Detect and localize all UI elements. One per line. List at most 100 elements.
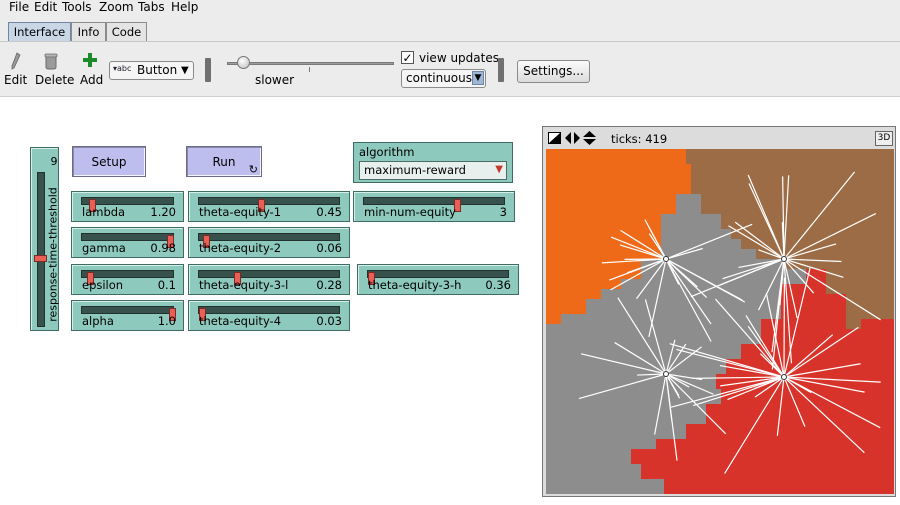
update-mode-dropdown[interactable]: continuous ▼ <box>401 69 486 88</box>
run-button[interactable]: Run ↻ <box>186 146 262 177</box>
world-canvas <box>546 149 894 494</box>
view-updates-checkbox[interactable]: ✓ <box>401 51 414 64</box>
left-right-icon <box>565 132 580 144</box>
theta-equity-2-slider[interactable]: theta-equity-2 0.06 <box>188 227 350 258</box>
slider-value: 0.06 <box>316 241 342 255</box>
slider-value: 3 <box>499 205 507 219</box>
slider-track[interactable] <box>81 306 176 321</box>
slider-label: theta-equity-3-h <box>368 278 462 292</box>
tab-interface[interactable]: Interface <box>8 22 71 42</box>
forever-icon: ↻ <box>248 163 258 176</box>
run-button-label: Run <box>212 155 236 169</box>
slider-value: 1.0 <box>157 314 176 328</box>
theta-equity-3-h-slider[interactable]: theta-equity-3-h 0.36 <box>357 264 519 295</box>
widget-type-dropdown[interactable]: ▾abc Button ▼ <box>109 61 194 80</box>
tab-code[interactable]: Code <box>106 22 147 42</box>
theta-equity-1-slider[interactable]: theta-equity-1 0.45 <box>188 191 350 222</box>
slider-value: 0.36 <box>485 278 511 292</box>
plus-icon <box>83 53 97 67</box>
view-updates-label[interactable]: view updates <box>419 51 499 65</box>
chevron-down-icon: ▼ <box>472 71 484 85</box>
vertical-arrows-icon[interactable] <box>583 131 596 145</box>
response-time-threshold-slider[interactable]: 9 response-time-threshold <box>30 147 60 331</box>
view-resize-icon[interactable] <box>548 132 564 144</box>
vertical-slider-track[interactable] <box>37 172 45 327</box>
horizontal-arrows-icon[interactable] <box>565 132 580 144</box>
toolbar-separator <box>205 58 211 82</box>
menu-file[interactable]: File <box>9 0 29 14</box>
pencil-icon <box>11 52 21 70</box>
speed-slider-center-tick <box>309 67 310 72</box>
delete-label[interactable]: Delete <box>35 73 74 87</box>
check-icon: ✓ <box>402 51 413 65</box>
theta-equity-4-slider[interactable]: theta-equity-4 0.03 <box>188 300 350 331</box>
vertical-slider-knob[interactable] <box>34 254 47 262</box>
add-tool[interactable] <box>82 52 98 68</box>
vertical-slider-value: 9 <box>50 155 58 168</box>
trash-icon <box>44 53 58 70</box>
speed-slider-knob[interactable] <box>237 56 250 69</box>
slider-label: theta-equity-1 <box>199 205 282 219</box>
tick-counter: ticks: 419 <box>611 132 668 146</box>
menu-edit[interactable]: Edit <box>34 0 57 14</box>
settings-button[interactable]: Settings... <box>517 60 590 83</box>
slider-value: 0.98 <box>150 241 176 255</box>
button-widget-icon: ▾abc <box>113 64 132 73</box>
menu-help[interactable]: Help <box>171 0 198 14</box>
epsilon-slider[interactable]: epsilon 0.1 <box>71 264 184 295</box>
slider-value: 1.20 <box>150 205 176 219</box>
world-view[interactable]: ticks: 419 3D <box>542 126 896 497</box>
tab-info[interactable]: Info <box>71 22 106 42</box>
slider-label: theta-equity-3-l <box>199 278 289 292</box>
menu-zoom[interactable]: Zoom <box>99 0 134 14</box>
theta-equity-3-l-slider[interactable]: theta-equity-3-l 0.28 <box>188 264 350 295</box>
menu-tabs[interactable]: Tabs <box>138 0 165 14</box>
agent-hub <box>663 371 669 377</box>
menu-bar: File Edit Tools Zoom Tabs Help <box>0 0 900 15</box>
update-mode-value: continuous <box>406 71 472 85</box>
slider-label: lambda <box>82 205 126 219</box>
chevron-down-icon: ▼ <box>495 164 503 175</box>
slider-value: 0.1 <box>157 278 176 292</box>
setup-button[interactable]: Setup <box>72 146 146 177</box>
slider-label: min-num-equity <box>364 205 456 219</box>
speed-slider-track[interactable] <box>227 62 394 65</box>
min-num-equity-slider[interactable]: min-num-equity 3 <box>353 191 515 222</box>
gamma-slider[interactable]: gamma 0.98 <box>71 227 184 258</box>
vertical-slider-label-wrap: response-time-threshold <box>46 184 60 326</box>
delete-tool[interactable] <box>44 53 58 70</box>
slider-label: theta-equity-2 <box>199 241 282 255</box>
edit-label[interactable]: Edit <box>4 73 27 87</box>
up-down-icon <box>583 131 596 145</box>
slider-track[interactable] <box>198 306 340 321</box>
slider-track[interactable] <box>198 270 340 285</box>
slider-label: epsilon <box>82 278 124 292</box>
slider-label: alpha <box>82 314 114 328</box>
edit-tool[interactable] <box>9 52 21 70</box>
add-label[interactable]: Add <box>80 73 103 87</box>
agent-hub <box>781 374 787 380</box>
slider-track[interactable] <box>367 270 509 285</box>
slider-label: theta-equity-4 <box>199 314 282 328</box>
slider-track[interactable] <box>81 233 175 248</box>
slider-track[interactable] <box>81 270 174 285</box>
menu-tools[interactable]: Tools <box>62 0 92 14</box>
slider-track[interactable] <box>198 197 340 212</box>
alpha-slider[interactable]: alpha 1.0 <box>71 300 184 331</box>
algorithm-chooser[interactable]: algorithm maximum-reward ▼ <box>353 142 513 183</box>
vertical-slider-label: response-time-threshold <box>46 187 60 322</box>
slider-track[interactable] <box>81 197 174 212</box>
slider-track[interactable] <box>198 233 340 248</box>
slider-track[interactable] <box>363 197 505 212</box>
lambda-slider[interactable]: lambda 1.20 <box>71 191 184 222</box>
chevron-down-icon: ▼ <box>181 65 189 76</box>
resize-arrow-icon <box>548 132 561 144</box>
3d-view-button[interactable]: 3D <box>875 131 893 146</box>
slider-label: gamma <box>82 241 126 255</box>
speed-label: slower <box>255 73 295 87</box>
slider-value: 0.03 <box>316 314 342 328</box>
agent-hub <box>781 256 787 262</box>
agent-hub <box>663 256 669 262</box>
toolbar: Edit Delete Add ▾abc Button ▼ slower ✓ v… <box>0 41 900 96</box>
chooser-selected[interactable]: maximum-reward ▼ <box>359 161 507 180</box>
